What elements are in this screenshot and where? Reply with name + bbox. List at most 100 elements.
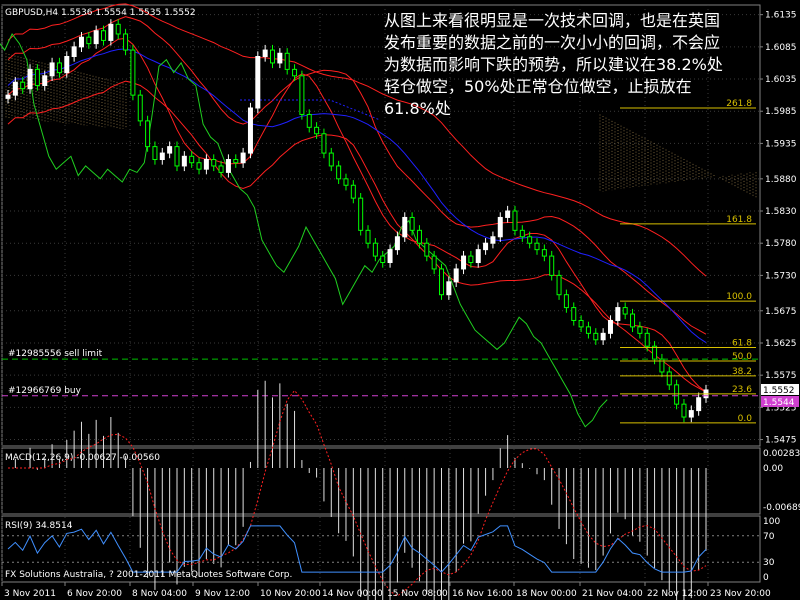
candle-body (167, 146, 173, 154)
candle-body (490, 236, 496, 244)
fib-level-label: 0.0 (738, 414, 753, 424)
candle-body (541, 249, 547, 257)
note-line: 为数据而影响下跌的预势，所以建议在38.2%处 (384, 55, 723, 74)
candle-body (5, 94, 11, 99)
time-tick-label: 14 Nov 00:00 (322, 589, 383, 599)
macd-tick: 0.00 (763, 464, 783, 474)
price-tick-label: 1.5830 (765, 207, 797, 217)
candle-body (306, 113, 312, 128)
time-tick-label: 22 Nov 12:00 (647, 589, 708, 599)
price-tick-label: 1.5985 (765, 107, 797, 117)
candle-body (277, 52, 283, 64)
candle-body (328, 152, 334, 167)
candle-body (12, 81, 18, 96)
candle-body (218, 165, 224, 173)
candle-body (416, 229, 422, 244)
candle-body (571, 307, 577, 321)
fib-level-label: 61.8 (732, 338, 752, 348)
candle-body (174, 146, 180, 167)
candle-body (387, 249, 393, 264)
candle-body (270, 49, 276, 64)
candle-body (446, 281, 452, 296)
time-tick-label: 6 Nov 20:00 (67, 589, 122, 599)
candle-body (424, 242, 430, 257)
candle-body (211, 159, 217, 167)
candle-body (123, 33, 129, 51)
candle-body (350, 184, 356, 199)
candle-body (380, 255, 386, 264)
candle-body (20, 81, 26, 90)
candle-body (637, 326, 643, 334)
candle-body (292, 68, 298, 77)
candle-body (159, 152, 165, 161)
price-tick-label: 1.6035 (765, 75, 797, 85)
price-tick-label: 1.5575 (765, 371, 797, 381)
price-tick-label: 1.5780 (765, 239, 797, 249)
candle-body (615, 307, 621, 321)
candle-body (255, 56, 261, 109)
price-tick-label: 1.6135 (765, 11, 797, 21)
candle-body (512, 210, 518, 231)
candle-body (299, 75, 305, 115)
time-tick-label: 10 Nov 20:00 (260, 589, 321, 599)
price-tick-label: 1.5675 (765, 307, 797, 317)
candle-body (145, 120, 151, 148)
candle-body (358, 197, 364, 231)
candle-body (549, 255, 555, 276)
candle-body (652, 345, 658, 360)
fib-level-label: 100.0 (726, 292, 752, 302)
candle-body (247, 107, 253, 154)
macd-tick: -0.00689 (763, 503, 800, 513)
macd-label: MACD(12,26,9) -0.00627 -0.00560 (5, 453, 160, 463)
candle-body (314, 126, 320, 135)
candle-body (343, 178, 349, 186)
candle-body (203, 159, 209, 170)
candle-body (461, 255, 467, 270)
candle-body (240, 152, 246, 164)
price-tick-label: 1.5625 (765, 339, 797, 349)
candle-body (505, 210, 511, 218)
candle-body (688, 410, 694, 418)
note-line: 从图上来看很明显是一次技术回调，也是在英国 (384, 11, 721, 30)
candle-body (483, 242, 489, 251)
candle-body (578, 319, 584, 328)
candle-body (42, 75, 48, 86)
order-label: #12985556 sell limit (8, 349, 103, 359)
analysis-note: 从图上来看很明显是一次技术回调，也是在英国 发布重要的数据之前的一次小小的回调，… (384, 10, 754, 120)
candle-body (666, 371, 672, 386)
time-tick-label: 15 Nov 08:00 (387, 589, 448, 599)
candle-body (593, 332, 599, 341)
candle-body (233, 159, 239, 164)
candle-body (130, 49, 136, 96)
candle-body (225, 159, 231, 173)
candle-body (681, 403, 687, 418)
time-tick-label: 16 Nov 16:00 (452, 589, 513, 599)
candle-body (115, 23, 121, 35)
candle-body (284, 52, 290, 70)
candle-body (600, 332, 606, 341)
current-price-text: 1.5552 (763, 386, 795, 396)
candle-body (196, 162, 202, 170)
candle-body (27, 68, 33, 90)
candle-body (336, 165, 342, 180)
bid-price-text: 1.5544 (763, 398, 795, 408)
fib-level-label: 38.2 (732, 367, 752, 377)
rsi-tick: 70 (763, 532, 775, 542)
candle-body (365, 229, 371, 244)
price-tick-label: 1.5730 (765, 271, 797, 281)
price-tick-label: 1.5475 (765, 436, 797, 446)
candle-body (262, 49, 268, 58)
note-line: 轻仓做空，50%处正常仓位做空，止损放在 (384, 77, 692, 96)
candle-body (56, 62, 62, 74)
candle-body (607, 319, 613, 334)
candle-body (93, 30, 99, 45)
candle-body (181, 155, 187, 167)
time-tick-label: 23 Nov 20:00 (710, 589, 771, 599)
price-tick-label: 1.5935 (765, 139, 797, 149)
candle-body (71, 46, 77, 58)
rsi-tick: 30 (763, 558, 775, 568)
copyright-text: FX Solutions Australia, ? 2001-2011 Meta… (5, 570, 292, 580)
candle-body (556, 274, 562, 296)
note-line: 61.8%处 (384, 99, 451, 118)
candle-body (86, 36, 92, 45)
